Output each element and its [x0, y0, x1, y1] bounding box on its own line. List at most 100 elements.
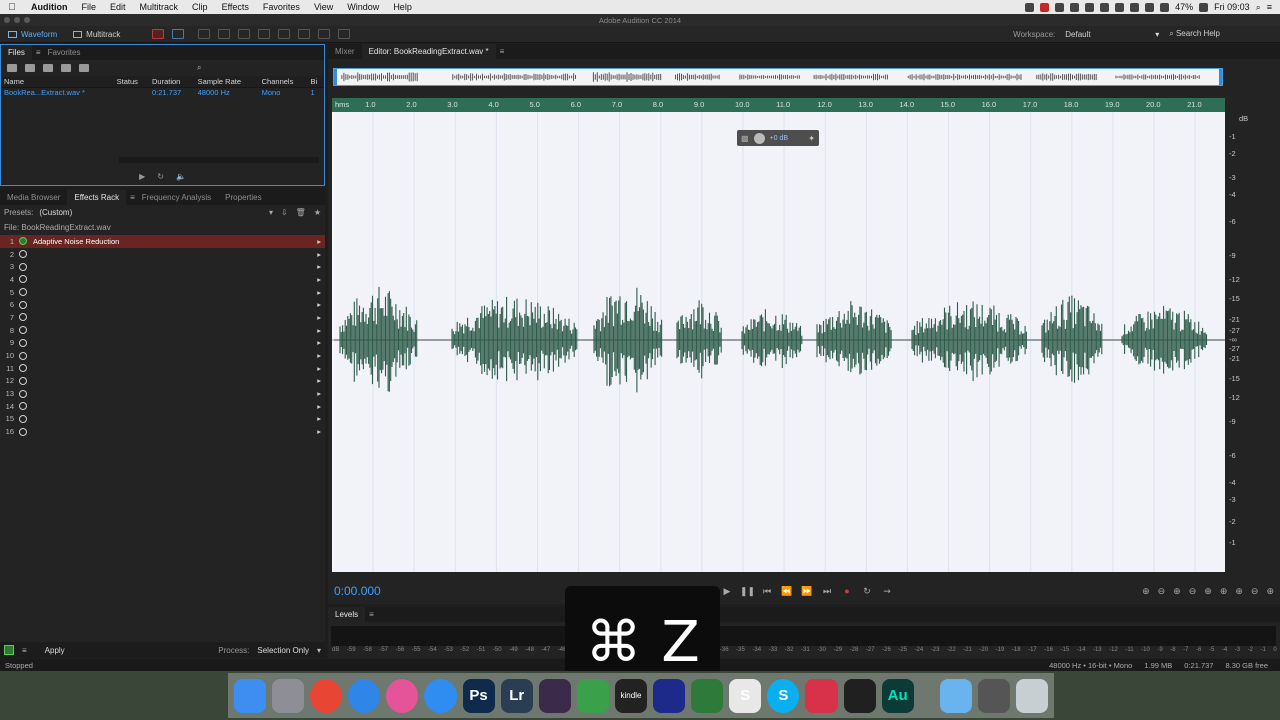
effect-slot[interactable]: 5 ▸	[0, 286, 325, 299]
effect-slot[interactable]: 4 ▸	[0, 273, 325, 286]
tab-frequency-analysis[interactable]: Frequency Analysis	[135, 190, 218, 205]
zoom-selection-icon[interactable]: ⊕	[1235, 586, 1243, 597]
waveform-display[interactable]	[332, 112, 1225, 572]
lightroom-dock-icon[interactable]: Lr	[500, 678, 533, 713]
sync-icon[interactable]	[1100, 2, 1110, 12]
chevron-right-icon[interactable]: ▸	[317, 351, 321, 360]
zoom-in-end-icon[interactable]: ⊕	[1220, 586, 1228, 597]
time-ruler[interactable]: hms 1.0 2.0 3.0 4.0 5.0 6.0 7.0 8.0 9.0 10.0 11.0 1…	[332, 98, 1225, 112]
effect-slot[interactable]: 13 ▸	[0, 387, 325, 400]
favorite-star-icon[interactable]: ★	[314, 208, 321, 217]
adobe-icon[interactable]	[1025, 2, 1035, 12]
zoom-in-start-icon[interactable]: ⊕	[1204, 586, 1212, 597]
effect-slot[interactable]: 9 ▸	[0, 337, 325, 350]
delete-preset-icon[interactable]: 🗑	[296, 208, 306, 217]
go-to-end-icon[interactable]: ⏭	[820, 586, 834, 597]
column-duration[interactable]: Duration	[149, 76, 195, 88]
chevron-right-icon[interactable]: ▸	[317, 402, 321, 411]
volume-knob[interactable]	[753, 132, 765, 144]
chrome-dock-icon[interactable]	[310, 678, 343, 713]
effect-slot[interactable]: 6 ▸	[0, 298, 325, 311]
chevron-right-icon[interactable]: ▸	[317, 414, 321, 423]
power-icon[interactable]	[19, 288, 27, 297]
zoom-out-icon[interactable]: ⊖	[1251, 586, 1259, 597]
chevron-right-icon[interactable]: ▸	[317, 427, 321, 436]
effect-slot-label[interactable]: Adaptive Noise Reduction	[33, 237, 317, 246]
recording-icon[interactable]	[1040, 2, 1050, 12]
chevron-right-icon[interactable]: ▸	[317, 326, 321, 335]
effect-slot[interactable]: 2 ▸	[0, 248, 325, 261]
chevron-right-icon[interactable]: ▸	[317, 250, 321, 259]
column-bits[interactable]: Bi	[307, 76, 324, 88]
power-icon[interactable]	[19, 414, 27, 423]
pause-icon[interactable]: ❚❚	[740, 586, 755, 597]
power-icon[interactable]	[19, 237, 27, 246]
notification-center-icon[interactable]: ≡	[1267, 2, 1272, 12]
menu-app[interactable]: Audition	[24, 2, 75, 12]
tab-properties[interactable]: Properties	[218, 190, 268, 205]
power-icon[interactable]	[19, 427, 27, 436]
chevron-right-icon[interactable]: ▸	[317, 300, 321, 309]
search-icon[interactable]: ⌕	[197, 63, 201, 73]
app-dock-icon[interactable]	[576, 678, 609, 713]
horizontal-scrollbar[interactable]	[119, 157, 319, 163]
effect-slot[interactable]: 16 ▸	[0, 425, 325, 438]
app-store-dock-icon[interactable]	[424, 678, 457, 713]
new-file-icon[interactable]	[43, 64, 53, 72]
power-icon[interactable]	[19, 338, 27, 347]
effect-slot[interactable]: 12 ▸	[0, 375, 325, 388]
menu-file[interactable]: File	[75, 2, 104, 12]
battery-icon[interactable]	[1199, 2, 1209, 12]
search-help-input[interactable]: ⌕ Search Help	[1169, 29, 1220, 39]
time-machine-icon[interactable]	[1130, 2, 1140, 12]
apply-button[interactable]: Apply	[35, 646, 75, 655]
list-icon[interactable]: ≡	[22, 646, 27, 655]
app-dock-icon[interactable]	[977, 678, 1010, 713]
workspace-select[interactable]: Default	[1065, 30, 1145, 39]
play-icon[interactable]: ▶	[139, 172, 145, 181]
power-icon[interactable]	[19, 326, 27, 335]
power-icon[interactable]	[19, 351, 27, 360]
menu-view[interactable]: View	[307, 2, 340, 12]
tab-files[interactable]: Files	[1, 45, 32, 60]
zoom-out-amplitude-icon[interactable]: ⊖	[1158, 586, 1166, 597]
effect-slot[interactable]: 10 ▸	[0, 349, 325, 362]
brush-tool-icon[interactable]	[318, 29, 331, 39]
close-file-icon[interactable]	[79, 64, 89, 72]
record-icon[interactable]: ●	[840, 586, 854, 596]
power-icon[interactable]	[19, 300, 27, 309]
play-icon[interactable]: ▶	[720, 586, 734, 597]
lasso-tool-icon[interactable]	[298, 29, 311, 39]
obs-dock-icon[interactable]	[538, 678, 571, 713]
wifi-icon[interactable]	[1145, 2, 1155, 12]
column-sample-rate[interactable]: Sample Rate	[194, 76, 259, 88]
tab-favorites[interactable]: Favorites	[41, 45, 88, 60]
column-name[interactable]: Name	[1, 76, 114, 88]
spectral-pitch-icon[interactable]	[172, 29, 185, 39]
app-dock-icon[interactable]	[653, 678, 686, 713]
save-preset-icon[interactable]: ⇩	[281, 208, 288, 217]
menu-effects[interactable]: Effects	[215, 2, 256, 12]
chevron-down-icon[interactable]: ▾	[317, 646, 321, 655]
chevron-down-icon[interactable]: ▾	[1155, 30, 1159, 39]
effect-slot[interactable]: 3 ▸	[0, 260, 325, 273]
menu-favorites[interactable]: Favorites	[256, 2, 307, 12]
trash-dock-icon[interactable]	[1015, 678, 1048, 713]
app-dock-icon[interactable]: S	[729, 678, 762, 713]
volume-icon[interactable]	[1160, 2, 1170, 12]
photoshop-dock-icon[interactable]: Ps	[462, 678, 495, 713]
menu-edit[interactable]: Edit	[103, 2, 133, 12]
tab-media-browser[interactable]: Media Browser	[0, 190, 67, 205]
spot-healing-tool-icon[interactable]	[338, 29, 351, 39]
spectral-frequency-icon[interactable]	[152, 29, 165, 39]
power-icon[interactable]	[19, 275, 27, 284]
piano-dock-icon[interactable]	[843, 678, 876, 713]
panel-menu-icon[interactable]: ≡	[500, 47, 505, 56]
menu-multitrack[interactable]: Multitrack	[133, 2, 186, 12]
spotlight-icon[interactable]: ⌕	[1256, 2, 1261, 13]
tab-mixer[interactable]: Mixer	[328, 44, 362, 59]
time-selection-tool-icon[interactable]	[258, 29, 271, 39]
itunes-dock-icon[interactable]	[386, 678, 419, 713]
razor-tool-icon[interactable]	[218, 29, 231, 39]
zoom-in-amplitude-icon[interactable]: ⊕	[1142, 586, 1150, 597]
